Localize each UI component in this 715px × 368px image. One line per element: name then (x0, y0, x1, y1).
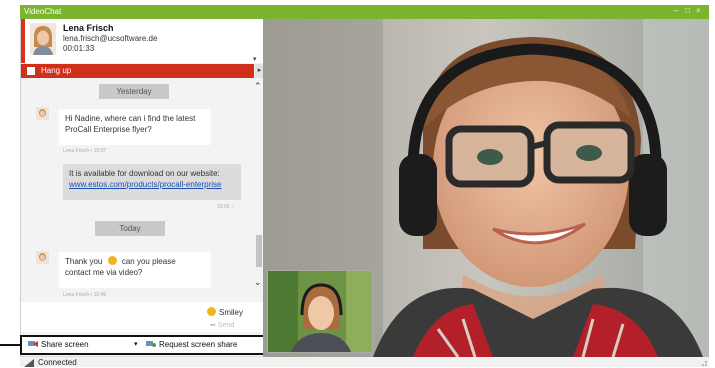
contact-header: Lena Frisch lena.frisch@ucsoftware.de 00… (21, 19, 264, 63)
message-text-part: Thank you (65, 257, 103, 266)
send-label: Send (217, 322, 235, 329)
message-text: ProCall Enterprise flyer? (65, 125, 152, 134)
hang-up-button[interactable]: Hang up (21, 64, 254, 78)
status-bar: Connected (20, 356, 709, 367)
outgoing-message: It is available for download on our webs… (63, 164, 241, 200)
page-edge (709, 5, 715, 367)
message-text: Hi Nadine, where can i find the latest (65, 114, 196, 123)
contact-name: Lena Frisch (63, 23, 114, 33)
request-screen-share-label: Request screen share (159, 340, 238, 349)
smiley-label: Smiley (219, 308, 244, 317)
message-text-part: can you please (121, 257, 176, 266)
presence-bar (21, 19, 25, 63)
share-screen-icon (28, 341, 38, 347)
incoming-message: Thank you can you please contact me via … (59, 252, 211, 288)
send-button[interactable]: ➦ Send (210, 321, 234, 329)
day-separator-yesterday: Yesterday (99, 84, 169, 99)
resize-grip-icon[interactable] (699, 358, 707, 366)
hang-up-icon (27, 67, 35, 75)
request-share-icon (146, 341, 156, 347)
smiley-button[interactable]: Smiley (207, 307, 243, 317)
scroll-down-icon[interactable]: ⌄ (254, 277, 262, 288)
message-text: Thank you can you please (65, 256, 205, 267)
share-screen-label: Share screen (41, 340, 89, 349)
window-title: VideoChat (24, 7, 62, 16)
minimize-button[interactable]: – (674, 6, 678, 15)
message-avatar (36, 107, 49, 120)
incoming-message: Hi Nadine, where can i find the latest P… (59, 109, 211, 145)
day-separator-today: Today (95, 221, 165, 236)
maximize-button[interactable]: □ (685, 6, 690, 15)
message-meta: 15:09 ✓ (217, 204, 236, 210)
request-screen-share-button[interactable]: Request screen share (146, 340, 237, 349)
hang-up-label: Hang up (41, 66, 72, 75)
message-meta: Lena Frisch • 10:45 (63, 292, 107, 298)
self-video-image (268, 271, 372, 352)
message-avatar (36, 251, 49, 264)
self-video-preview[interactable] (267, 270, 373, 353)
screen-share-toolbar: Share screen ▾ Request screen share (20, 335, 265, 355)
scroll-up-icon[interactable]: ⌃ (254, 81, 262, 92)
chat-panel: Lena Frisch lena.frisch@ucsoftware.de 00… (20, 19, 264, 357)
callout-line (0, 344, 20, 346)
message-link[interactable]: www.estos.com/products/procall-enterpris… (69, 180, 222, 189)
connection-signal-icon (24, 359, 34, 367)
chevron-down-icon[interactable]: ▾ (253, 55, 257, 63)
message-meta: Lena Frisch • 15:07 (63, 148, 107, 154)
scroll-thumb[interactable] (256, 235, 262, 267)
smiley-icon (207, 307, 216, 316)
contact-avatar[interactable] (30, 23, 56, 55)
send-icon: ➦ (210, 322, 216, 329)
title-bar: VideoChat – □ × (20, 5, 709, 19)
contact-email[interactable]: lena.frisch@ucsoftware.de (63, 34, 157, 43)
connection-status: Connected (38, 358, 77, 367)
call-duration: 00:01:33 (63, 44, 95, 53)
close-button[interactable]: × (696, 6, 701, 15)
share-screen-button[interactable]: Share screen (28, 340, 89, 349)
message-text: contact me via video? (65, 268, 143, 277)
message-text: It is available for download on our webs… (69, 169, 220, 178)
share-dropdown-icon[interactable]: ▾ (134, 340, 138, 348)
smiley-icon (107, 256, 117, 265)
